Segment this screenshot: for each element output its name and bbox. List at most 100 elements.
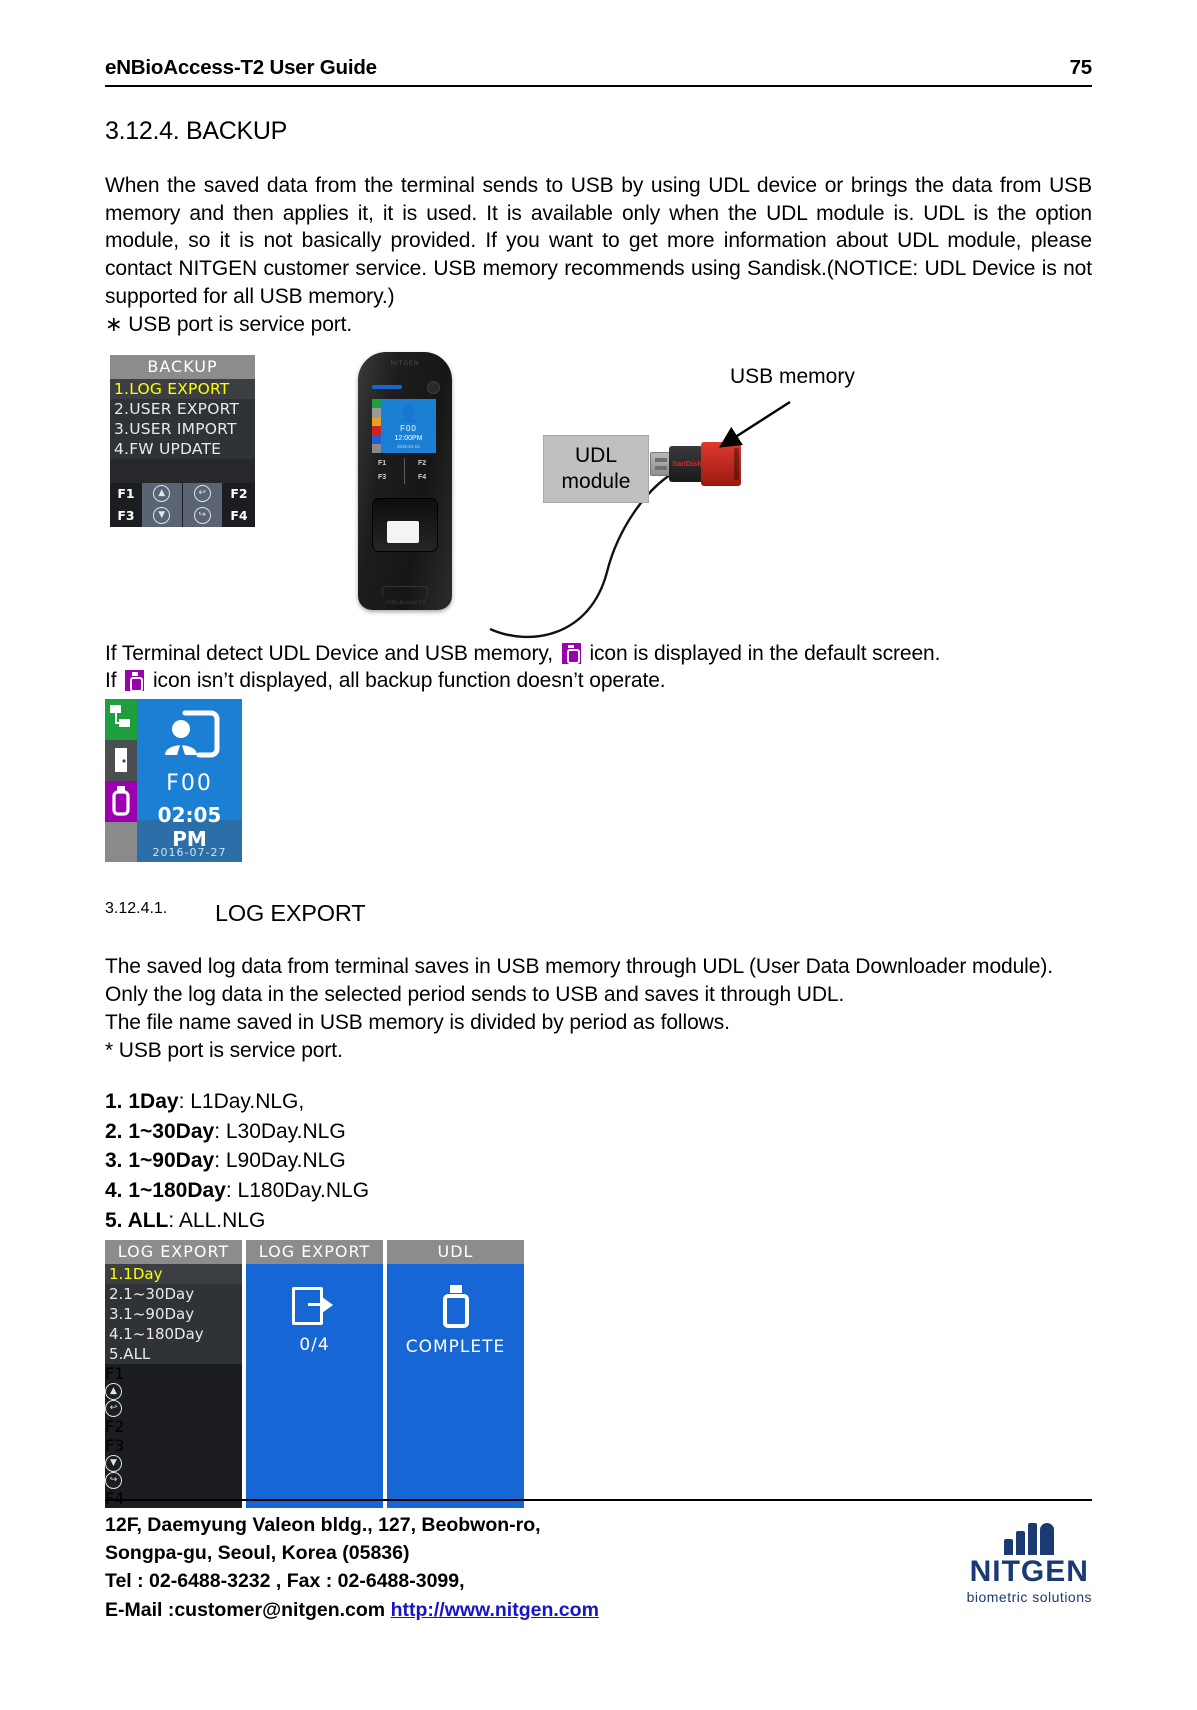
log-export-menu-list: 1.1Day 2.1~30Day 3.1~90Day 4.1~180Day 5.…: [105, 1263, 242, 1364]
default-screen-main: F00 02:05 PM 2016-07-27: [137, 699, 242, 863]
section-heading: 3.12.4. BACKUP: [105, 117, 288, 145]
footer-address: 12F, Daemyung Valeon bldg., 127, Beobwon…: [105, 1511, 599, 1624]
up-arrow-icon[interactable]: ▲: [142, 482, 183, 505]
icon-note-line1-after: icon is displayed in the default screen.: [589, 641, 941, 665]
door-icon: [105, 740, 137, 782]
usb-memory-label: USB memory: [730, 364, 855, 388]
file-list-label: 2. 1~30Day: [105, 1119, 215, 1143]
up-arrow-icon[interactable]: ▲: [105, 1382, 242, 1400]
footer-divider: [105, 1498, 1092, 1501]
footer-email: E-Mail :customer@nitgen.com: [105, 1598, 386, 1621]
default-screen-date: 2016-07-27: [152, 846, 227, 860]
backup-menu-list: 1.LOG EXPORT 2.USER EXPORT 3.USER IMPORT…: [110, 378, 255, 459]
udl-complete-screen: UDL COMPLETE: [387, 1239, 524, 1508]
user-card-icon: [165, 710, 220, 760]
file-list-label: 5. ALL: [105, 1209, 169, 1233]
log-export-progress-title: LOG EXPORT: [246, 1239, 383, 1264]
usb-icon: [561, 642, 581, 665]
log-export-item-90day[interactable]: 3.1~90Day: [105, 1304, 242, 1324]
fkey-f2-label[interactable]: F2: [105, 1417, 242, 1436]
file-list-value: : L180Day.NLG: [225, 1179, 370, 1203]
log-export-item-all[interactable]: 5.ALL: [105, 1344, 242, 1364]
list-item: 4. 1~180Day: L180Day.NLG: [105, 1176, 1092, 1206]
usb-brand-label: SanDisk: [672, 458, 702, 468]
subsection-title: LOG EXPORT: [215, 900, 366, 927]
backup-menu-item-user-import[interactable]: 3.USER IMPORT: [110, 419, 255, 439]
log-export-fkeys: F1 ▲ ↩ F2 F3 ▼ ↪ F4: [105, 1363, 242, 1508]
subsection-paragraph-4: * USB port is service port.: [105, 1038, 343, 1062]
enter-arrow-icon[interactable]: ↪: [182, 504, 223, 527]
log-export-item-30day[interactable]: 2.1~30Day: [105, 1284, 242, 1304]
default-screen-user-id: F00: [166, 771, 213, 797]
footer-address-line2: Songpa-gu, Seoul, Korea (05836): [105, 1542, 410, 1565]
footer-address-line1: 12F, Daemyung Valeon bldg., 127, Beobwon…: [105, 1513, 541, 1536]
subsection-heading: 3.12.4.1. LOG EXPORT: [105, 900, 1092, 927]
down-arrow-icon[interactable]: ▼: [105, 1454, 242, 1472]
status-rail-blank: [105, 822, 137, 859]
udl-complete-title: UDL: [387, 1239, 524, 1264]
udl-module-line1: UDL: [574, 444, 617, 468]
default-screen-time: 02:05 PM: [157, 803, 222, 852]
back-arrow-icon[interactable]: ↩: [105, 1399, 242, 1417]
file-list-label: 4. 1~180Day: [105, 1179, 226, 1203]
fkey-f1-label[interactable]: F1: [105, 1364, 242, 1383]
usb-port-note: ∗ USB port is service port.: [105, 312, 353, 336]
default-screen-image: F00 02:05 PM 2016-07-27: [105, 699, 242, 863]
document-page: eNBioAccess-T2 User Guide 75 3.12.4. BAC…: [0, 0, 1197, 1710]
file-list-value: : ALL.NLG: [168, 1209, 266, 1233]
backup-menu-screen: BACKUP 1.LOG EXPORT 2.USER EXPORT 3.USER…: [110, 354, 255, 527]
network-icon: [105, 699, 137, 741]
udl-complete-status: COMPLETE: [405, 1337, 506, 1358]
figure-log-export-screens: LOG EXPORT 1.1Day 2.1~30Day 3.1~90Day 4.…: [105, 1239, 1092, 1508]
subsection-number: 3.12.4.1.: [105, 900, 168, 918]
log-export-item-180day[interactable]: 4.1~180Day: [105, 1324, 242, 1344]
nitgen-logo: NITGEN biometric solutions: [967, 1511, 1092, 1605]
document-header: eNBioAccess-T2 User Guide 75: [105, 56, 1092, 87]
udl-module-box: UDL module: [543, 434, 649, 503]
backup-menu-fkeys: F1 ▲ ↩ F2 F3 ▼ ↪ F4: [110, 482, 255, 527]
fkey-f1-label[interactable]: F1: [110, 482, 142, 505]
footer-address-line3: Tel : 02-6488-3232 , Fax : 02-6488-3099,: [105, 1570, 465, 1593]
file-list-label: 1. 1Day: [105, 1089, 179, 1113]
logo-wordmark: NITGEN: [969, 1554, 1089, 1588]
subsection-paragraph-1: The saved log data from terminal saves i…: [105, 955, 1053, 979]
file-list-label: 3. 1~90Day: [105, 1149, 215, 1173]
usb-icon: [105, 781, 137, 823]
list-item: 3. 1~90Day: L90Day.NLG: [105, 1146, 1092, 1176]
logo-mark-icon: [1004, 1521, 1055, 1555]
icon-note-line2-after: icon isn’t displayed, all backup functio…: [152, 669, 666, 693]
file-list-value: : L30Day.NLG: [214, 1119, 346, 1143]
intro-paragraph: When the saved data from the terminal se…: [105, 174, 1092, 308]
icon-note-line1-before: If Terminal detect UDL Device and USB me…: [105, 641, 553, 665]
back-arrow-icon[interactable]: ↩: [182, 482, 223, 505]
usb-icon: [125, 670, 145, 692]
footer-website-link[interactable]: http://www.nitgen.com: [391, 1599, 599, 1621]
backup-menu-title: BACKUP: [110, 354, 255, 379]
fkey-f2-label[interactable]: F2: [223, 482, 255, 505]
enter-arrow-icon[interactable]: ↪: [105, 1471, 242, 1489]
file-list-value: : L90Day.NLG: [214, 1149, 346, 1173]
log-export-progress-body: 0/4: [246, 1264, 383, 1379]
log-export-item-1day[interactable]: 1.1Day: [105, 1263, 242, 1284]
fkey-f3-label[interactable]: F3: [110, 504, 142, 527]
backup-menu-item-log-export[interactable]: 1.LOG EXPORT: [110, 378, 255, 399]
backup-menu-filler: [110, 458, 255, 483]
log-export-progress-value: 0/4: [299, 1335, 330, 1356]
backup-menu-item-fw-update[interactable]: 4.FW UPDATE: [110, 439, 255, 459]
logo-tagline: biometric solutions: [966, 1588, 1092, 1605]
down-arrow-icon[interactable]: ▼: [142, 504, 183, 527]
udl-module-line2: module: [561, 469, 631, 493]
fkey-f3-label[interactable]: F3: [105, 1436, 242, 1455]
usb-memory-arrow: [718, 400, 791, 448]
fkey-f4-label[interactable]: F4: [223, 504, 255, 527]
usb-icon: [440, 1285, 472, 1329]
log-export-menu-title: LOG EXPORT: [105, 1239, 242, 1264]
list-item: 1. 1Day: L1Day.NLG,: [105, 1087, 1092, 1117]
backup-menu-item-user-export[interactable]: 2.USER EXPORT: [110, 399, 255, 419]
document-footer: 12F, Daemyung Valeon bldg., 127, Beobwon…: [105, 1498, 1092, 1624]
list-item: 5. ALL: ALL.NLG: [105, 1206, 1092, 1236]
page-number: 75: [1069, 56, 1093, 79]
icon-note-line1: If Terminal detect UDL Device and USB me…: [105, 640, 1092, 668]
udl-complete-body: COMPLETE: [387, 1264, 524, 1379]
default-screen-status-rail: [105, 699, 137, 863]
